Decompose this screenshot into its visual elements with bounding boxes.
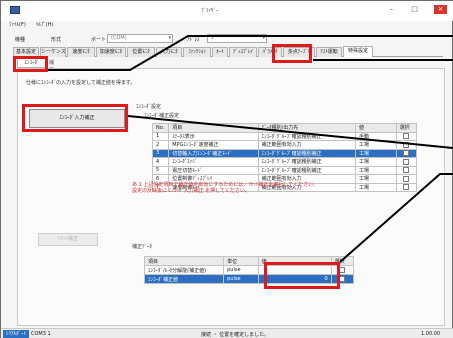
cell-value: 工場 — [355, 140, 397, 150]
cell-no: 1 — [151, 131, 170, 141]
column-header-select: 選択 — [395, 123, 418, 133]
cell-source: ｴﾝｺｰﾀﾞｸﾞﾙｰﾌﾟ確認種別補正 — [257, 148, 357, 158]
cell-select — [395, 140, 418, 150]
cell-no: 3 — [151, 148, 170, 158]
cell-select — [395, 131, 418, 141]
cell-value: 手動 — [355, 131, 397, 141]
correction-data-group: 補正ﾃﾞｰﾀ 項目 単位 値 選択 ｴﾝｺｰﾀﾞ/ﾓｰﾀ分解能(補正値) puls… — [132, 243, 388, 313]
unit-select[interactable]: 1 ▾ — [207, 34, 267, 43]
column-header-unit: 単位 — [223, 256, 259, 266]
tab-input-monitor[interactable]: 入力ﾓﾆﾀ — [156, 47, 182, 57]
cell-item: 電圧切替ﾓｰﾄﾞ — [168, 165, 259, 175]
tab-special-settings[interactable]: 特殊設定 — [343, 46, 373, 57]
cell-value: 工場 — [355, 165, 397, 175]
cell-item: ｴﾝｺｰﾀﾞ/ﾓｰﾀ分解能(補正値) — [143, 265, 225, 275]
port-label: ポート — [91, 37, 107, 43]
highlight-box-button — [22, 104, 128, 132]
cell-no: 2 — [151, 140, 170, 150]
highlight-box-tab — [272, 44, 312, 63]
column-header-value: 値 — [355, 123, 397, 133]
cell-unit: pulse — [223, 274, 259, 284]
unit-select-value: 1 — [211, 35, 215, 41]
select-checkbox[interactable] — [403, 141, 410, 148]
select-checkbox[interactable] — [339, 275, 346, 282]
menu-help[interactable]: ﾍﾙﾌﾟ(H) — [36, 21, 54, 30]
app-window: ﾌﾞﾗｲｻﾞｰ – □ × ﾌｧｲﾙ(F) ﾍﾙﾌﾟ(H) 機種 形式 ポート … — [0, 0, 453, 338]
main-tabs: 基本設定 シーケンス 速度ﾓﾆﾀ 加速度ﾓﾆﾀ 位置ﾓﾆﾀ 入力ﾓﾆﾀ ﾌｧﾝｸ… — [13, 46, 443, 57]
minimize-button[interactable]: – — [387, 5, 396, 14]
cell-select — [395, 165, 418, 175]
close-button[interactable]: × — [434, 5, 447, 14]
select-checkbox[interactable] — [403, 158, 410, 165]
toolbar: 機種 形式 ポート (COM) ▾ ｱﾄﾞﾚｽ 1 ▾ — [11, 34, 441, 44]
table-row[interactable]: 4 ｴﾝｺｰﾀﾞｴｯｼﾞ ｴﾝｺｰﾀﾞｸﾞﾙｰﾌﾟ確認種別補正 工場 — [151, 157, 418, 167]
title-bar: ﾌﾞﾗｲｻﾞｰ – □ × — [1, 1, 453, 21]
cell-source: ｴﾝｺｰﾀﾞｸﾞﾙｰﾌﾟ確認種別補正 — [257, 157, 357, 167]
status-port-badge: ｼﾘｱﾙﾎﾟｰﾄ — [3, 330, 30, 338]
menu-bar: ﾌｧｲﾙ(F) ﾍﾙﾌﾟ(H) — [9, 21, 53, 30]
chevron-down-icon: ▾ — [262, 35, 265, 41]
warning-text: あ 1 上記設定項目で補正値を有効にするためには、ﾘｾｯﾄ補正を実行してください… — [132, 182, 319, 194]
cell-item: ｽﾃｰﾀｽ表示 — [168, 131, 259, 141]
target-group-title: 補正ﾃﾞｰﾀ — [132, 244, 153, 250]
cell-item: MPGｴﾝｺｰﾀﾞ速度補正 — [168, 140, 259, 150]
cell-unit: pulse — [223, 265, 259, 275]
tab-speed-monitor[interactable]: 速度ﾓﾆﾀ — [67, 47, 95, 57]
cell-source: ｴﾝｺｰﾀﾞｸﾞﾙｰﾌﾟ確認種別補正 — [257, 165, 357, 175]
app-icon — [10, 6, 20, 14]
tab-test-run[interactable]: ﾃｽﾄ運転 — [316, 47, 342, 57]
status-bar: ｼﾘｱﾙﾎﾟｰﾄ COM3 1 接続 ・ 位置を確定しました。 1.00.00 — [1, 328, 453, 338]
select-checkbox[interactable] — [403, 150, 410, 156]
table-row[interactable]: 1 ｽﾃｰﾀｽ表示 ｴﾝｺｰﾀﾞｸﾞﾙｰﾌﾟ確認種別補正 手動 — [151, 131, 418, 141]
cell-select — [395, 148, 418, 158]
panel-description: 仕様にｴﾝｺｰﾀﾞの入力を設定して補正値を得ます。 — [26, 80, 136, 86]
cell-item: ｴﾝｺｰﾀﾞｴｯｼﾞ — [168, 157, 259, 167]
cell-value: 工場 — [355, 148, 397, 158]
select-checkbox[interactable] — [403, 175, 410, 182]
table-row[interactable]: 5 電圧切替ﾓｰﾄﾞ ｴﾝｺｰﾀﾞｸﾞﾙｰﾌﾟ確認種別補正 工場 — [151, 165, 418, 175]
cell-value: 工場 — [355, 157, 397, 167]
cell-select — [395, 157, 418, 167]
menu-file[interactable]: ﾌｧｲﾙ(F) — [9, 21, 26, 30]
select-checkbox[interactable] — [339, 266, 346, 273]
model-label: 機種 — [15, 37, 26, 43]
column-header-no: No. — [151, 123, 170, 133]
port-select[interactable]: (COM) ▾ — [107, 34, 173, 43]
tab-accel-monitor[interactable]: 加速度ﾓﾆﾀ — [96, 47, 126, 57]
setting-table-caption: ｴﾝｺｰﾀﾞ補正設定 — [144, 113, 180, 119]
column-header-item: 項目 — [143, 256, 225, 266]
table-row[interactable]: 3 切替軸入力ｴﾝｺｰﾀﾞ補正ﾓｰﾄﾞ ｴﾝｺｰﾀﾞｸﾞﾙｰﾌﾟ確認種別補正 工場 — [151, 148, 418, 158]
window-title: ﾌﾞﾗｲｻﾞｰ — [201, 8, 219, 14]
cell-no: 5 — [151, 165, 170, 175]
encoder-setting-group: ｴﾝｺｰﾀﾞ設定 ｴﾝｺｰﾀﾞ補正設定 No. 項目 ﾃﾞｰﾀ種別/出力先 値 … — [136, 103, 421, 218]
chevron-down-icon: ▾ — [168, 35, 171, 41]
cell-no: 4 — [151, 157, 170, 167]
table-header-row: No. 項目 ﾃﾞｰﾀ種別/出力先 値 選択 — [151, 123, 418, 133]
cell-source: 補正範囲有効入力 — [257, 140, 357, 150]
highlight-box-value — [264, 262, 340, 289]
format-label: 形式 — [51, 37, 62, 43]
column-header-source: ﾃﾞｰﾀ種別/出力先 — [257, 123, 357, 133]
tab-display[interactable]: ﾃﾞｨｽﾌﾟﾚｲ — [229, 47, 257, 57]
status-port-value: COM3 1 — [31, 331, 51, 337]
reset-correction-button[interactable]: ﾘｾｯﾄ補正 — [38, 233, 98, 246]
table-row[interactable]: 2 MPGｴﾝｺｰﾀﾞ速度補正 補正範囲有効入力 工場 — [151, 140, 418, 150]
column-header-item: 項目 — [168, 123, 259, 133]
cell-item: ｴﾝｺｰﾀﾞ補正値 — [143, 274, 225, 284]
cell-item: 切替軸入力ｴﾝｺｰﾀﾞ補正ﾓｰﾄﾞ — [168, 148, 259, 158]
tab-auto[interactable]: ｵｰﾄ — [212, 47, 228, 57]
select-checkbox[interactable] — [403, 167, 410, 173]
cell-source: ｴﾝｺｰﾀﾞｸﾞﾙｰﾌﾟ確認種別補正 — [257, 131, 357, 141]
port-select-value: (COM) — [111, 35, 127, 41]
status-version: 1.00.00 — [421, 331, 441, 337]
tab-function[interactable]: ﾌｧﾝｸｼｮﾝ — [183, 47, 211, 57]
maximize-button[interactable]: □ — [410, 5, 419, 14]
setting-group-title: ｴﾝｺｰﾀﾞ設定 — [136, 104, 162, 110]
unit-label: ｱﾄﾞﾚｽ — [187, 37, 200, 43]
tab-position-monitor[interactable]: 位置ﾓﾆﾀ — [127, 47, 155, 57]
select-checkbox[interactable] — [403, 133, 410, 139]
highlight-box-subtab — [13, 56, 48, 72]
status-message: 接続 ・ 位置を確定しました。 — [201, 332, 270, 338]
warning-note: あ 1 上記設定項目で補正値を有効にするためには、ﾘｾｯﾄ補正を実行してください… — [132, 182, 412, 194]
